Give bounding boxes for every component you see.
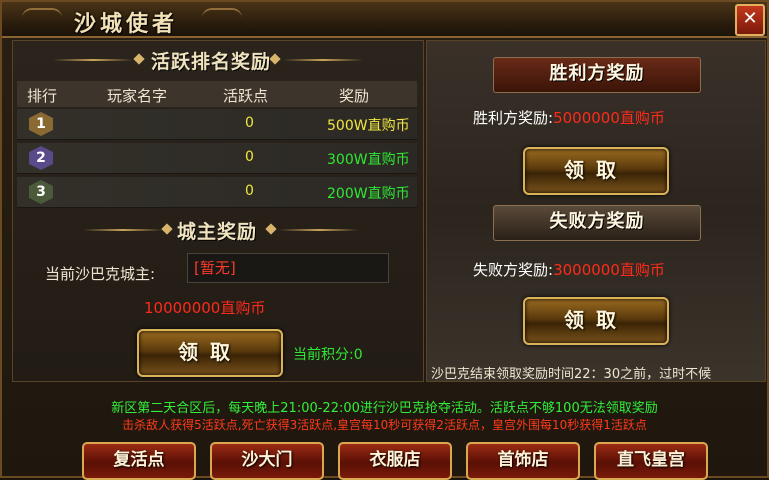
- diamond-ornament: [161, 223, 173, 235]
- row-points: 0: [245, 115, 254, 131]
- rank-badge-icon: 1: [29, 112, 53, 136]
- lord-reward-title: 城主奖励: [177, 221, 258, 243]
- table-row: 3 0 200W直购币: [17, 177, 417, 208]
- event-schedule-notice: 新区第二天合区后，每天晚上21:00-22:00进行沙巴克抢夺活动。活跃点不够1…: [111, 401, 658, 416]
- title-bar: 沙城使者 ✕: [2, 2, 767, 38]
- row-reward: 200W直购币: [327, 186, 410, 202]
- row-points: 0: [245, 149, 254, 165]
- title-ornament-right: [202, 8, 242, 30]
- sand-gate-button[interactable]: 沙大门: [210, 442, 324, 480]
- row-reward: 500W直购币: [327, 118, 410, 134]
- claim-deadline-text: 沙巴克结束领取奖励时间22：30之前，过时不候: [431, 367, 712, 382]
- row-reward: 300W直购币: [327, 152, 410, 168]
- loser-reward-label: 失败方奖励:: [473, 261, 554, 279]
- loser-claim-button[interactable]: 领取: [523, 297, 669, 345]
- loser-banner: 失败方奖励: [493, 205, 701, 241]
- divider: [83, 229, 163, 231]
- header-player: 玩家名字: [107, 87, 168, 105]
- jewelry-shop-button[interactable]: 首饰店: [466, 442, 580, 480]
- close-icon[interactable]: ✕: [735, 4, 765, 36]
- current-lord-name: [暂无]: [194, 259, 236, 277]
- table-row: 2 0 300W直购币: [17, 143, 417, 174]
- right-panel: 胜利方奖励 胜利方奖励:5000000直购币 领取 失败方奖励 失败方奖励:30…: [426, 40, 766, 382]
- lord-reward-amount: 10000000直购币: [144, 299, 266, 317]
- header-rank: 排行: [27, 87, 58, 105]
- sand-city-envoy-window: 沙城使者 ✕ 活跃排名奖励 排行 玩家名字 活跃点 奖励 1 0 500W直购币…: [0, 0, 769, 480]
- rank-badge-icon: 2: [29, 146, 53, 170]
- loser-reward-line: 失败方奖励:3000000直购币: [473, 259, 665, 280]
- row-points: 0: [245, 183, 254, 199]
- ranking-table-header: 排行 玩家名字 活跃点 奖励: [17, 81, 417, 107]
- diamond-ornament: [269, 53, 281, 65]
- diamond-ornament: [265, 223, 277, 235]
- divider: [53, 59, 133, 61]
- left-panel: 活跃排名奖励 排行 玩家名字 活跃点 奖励 1 0 500W直购币 2 0 30…: [12, 40, 424, 382]
- lord-claim-button[interactable]: 领取: [137, 329, 283, 377]
- loser-reward-value: 3000000直购币: [553, 261, 665, 279]
- diamond-ornament: [133, 53, 145, 65]
- winner-claim-button[interactable]: 领取: [523, 147, 669, 195]
- rank-badge-icon: 3: [29, 180, 53, 204]
- points-rule-notice: 击杀敌人获得5活跃点,死亡获得3活跃点,皇宫每10秒可获得2活跃点，皇宫外围每1…: [122, 418, 647, 432]
- header-points: 活跃点: [223, 87, 269, 105]
- activity-ranking-title: 活跃排名奖励: [151, 51, 272, 73]
- winner-reward-line: 胜利方奖励:5000000直购币: [473, 107, 665, 128]
- divider: [283, 59, 363, 61]
- divider: [279, 229, 359, 231]
- winner-reward-label: 胜利方奖励:: [473, 109, 554, 127]
- current-lord-field: [暂无]: [187, 253, 389, 283]
- winner-banner: 胜利方奖励: [493, 57, 701, 93]
- current-points: 当前积分:0: [293, 347, 363, 363]
- title-ornament-left: [22, 8, 62, 30]
- clothing-shop-button[interactable]: 衣服店: [338, 442, 452, 480]
- header-reward: 奖励: [339, 87, 370, 105]
- winner-reward-value: 5000000直购币: [553, 109, 665, 127]
- table-row: 1 0 500W直购币: [17, 109, 417, 140]
- window-title: 沙城使者: [74, 11, 179, 37]
- respawn-point-button[interactable]: 复活点: [82, 442, 196, 480]
- current-lord-label: 当前沙巴克城主:: [45, 265, 156, 283]
- fly-to-palace-button[interactable]: 直飞皇宫: [594, 442, 708, 480]
